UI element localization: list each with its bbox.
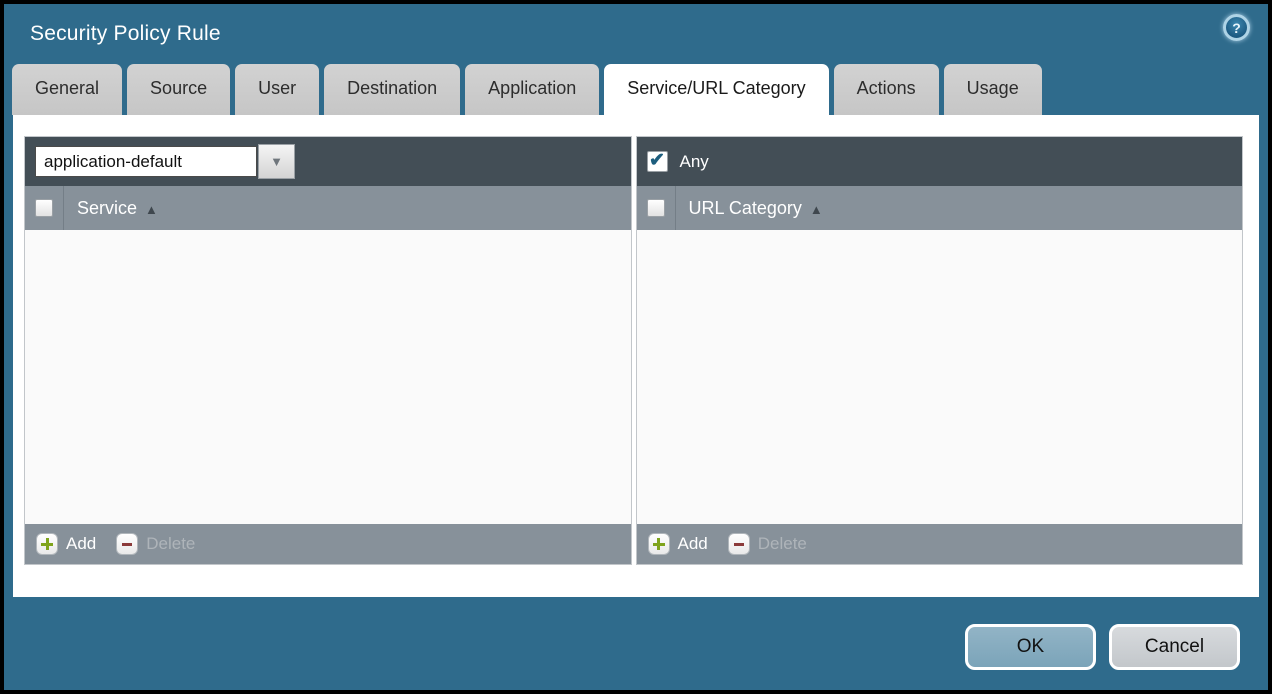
url-category-list-body	[637, 230, 1243, 524]
tab-general[interactable]: General	[12, 64, 122, 115]
url-category-panel-footer: Add Delete	[637, 524, 1243, 564]
screen-frame: Security Policy Rule ? General Source Us…	[0, 0, 1272, 694]
checkmark-icon: ✔	[649, 151, 665, 170]
service-select-all-checkbox[interactable]	[35, 199, 53, 217]
tab-actions[interactable]: Actions	[834, 64, 939, 115]
tab-source[interactable]: Source	[127, 64, 230, 115]
tab-content: ▼ Service ▲ Add	[13, 115, 1259, 597]
tab-service-url-category[interactable]: Service/URL Category	[604, 64, 828, 115]
service-add-button[interactable]: Add	[36, 533, 96, 555]
url-category-delete-button[interactable]: Delete	[728, 533, 807, 555]
chevron-down-icon[interactable]: ▼	[258, 144, 295, 179]
service-panel: ▼ Service ▲ Add	[24, 136, 632, 565]
dialog-title: Security Policy Rule	[30, 22, 221, 46]
service-select-all-cell	[25, 186, 64, 230]
delete-minus-icon	[116, 533, 138, 555]
tab-usage[interactable]: Usage	[944, 64, 1042, 115]
service-list-body	[25, 230, 631, 524]
url-category-add-button[interactable]: Add	[648, 533, 708, 555]
ok-button[interactable]: OK	[965, 624, 1096, 670]
sort-asc-icon[interactable]: ▲	[810, 202, 823, 217]
service-panel-header: ▼	[25, 137, 631, 186]
url-category-column-header: URL Category ▲	[637, 186, 1243, 230]
delete-button-label: Delete	[146, 534, 195, 554]
tab-application[interactable]: Application	[465, 64, 599, 115]
service-delete-button[interactable]: Delete	[116, 533, 195, 555]
any-checkbox-row: ✔ Any	[647, 151, 709, 172]
url-category-select-all-checkbox[interactable]	[647, 199, 665, 217]
url-category-panel-header: ✔ Any	[637, 137, 1243, 186]
add-plus-icon	[648, 533, 670, 555]
url-category-select-all-cell	[637, 186, 676, 230]
service-column-label[interactable]: Service	[77, 198, 137, 219]
dialog-titlebar: Security Policy Rule ?	[4, 4, 1268, 64]
dialog-action-bar: OK Cancel	[4, 597, 1268, 690]
tab-destination[interactable]: Destination	[324, 64, 460, 115]
url-category-column-label[interactable]: URL Category	[689, 198, 802, 219]
help-icon[interactable]: ?	[1223, 14, 1250, 41]
service-type-input[interactable]	[35, 146, 257, 177]
service-type-dropdown: ▼	[35, 144, 295, 179]
add-button-label: Add	[678, 534, 708, 554]
url-category-panel: ✔ Any URL Category ▲	[636, 136, 1244, 565]
tab-user[interactable]: User	[235, 64, 319, 115]
service-panel-footer: Add Delete	[25, 524, 631, 564]
tab-bar: General Source User Destination Applicat…	[4, 64, 1268, 115]
service-column-header: Service ▲	[25, 186, 631, 230]
panels-container: ▼ Service ▲ Add	[24, 136, 1243, 565]
add-plus-icon	[36, 533, 58, 555]
delete-minus-icon	[728, 533, 750, 555]
cancel-button[interactable]: Cancel	[1109, 624, 1240, 670]
sort-asc-icon[interactable]: ▲	[145, 202, 158, 217]
delete-button-label: Delete	[758, 534, 807, 554]
any-checkbox-label: Any	[680, 152, 709, 172]
any-checkbox[interactable]: ✔	[647, 151, 668, 172]
security-policy-rule-dialog: Security Policy Rule ? General Source Us…	[4, 4, 1268, 690]
add-button-label: Add	[66, 534, 96, 554]
